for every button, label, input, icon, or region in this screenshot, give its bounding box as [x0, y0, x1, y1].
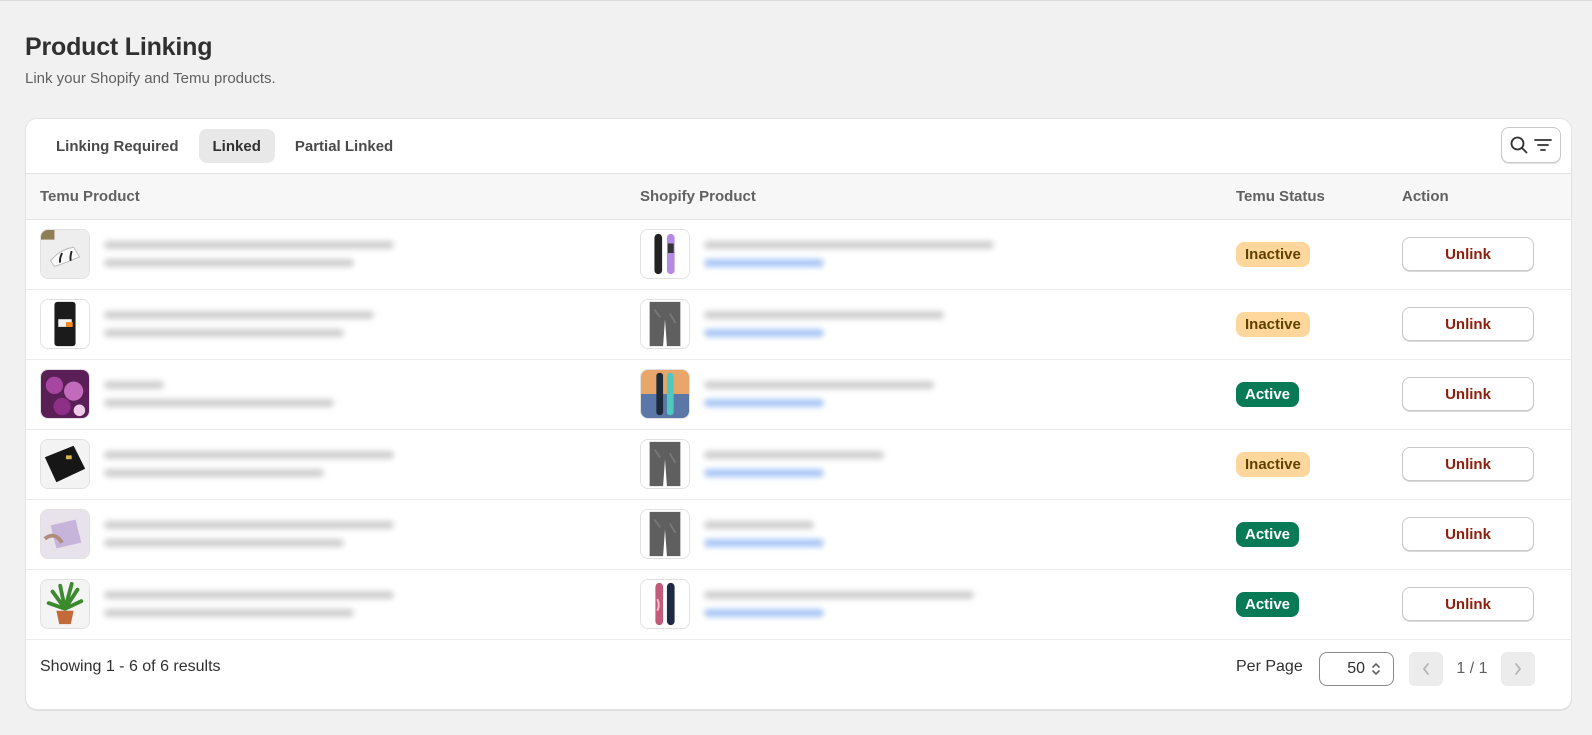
- table-row: Active Unlink: [26, 499, 1571, 569]
- search-icon: [1510, 136, 1528, 154]
- tab-linking-required[interactable]: Linking Required: [42, 129, 193, 163]
- temu-product-thumbnail: [40, 369, 90, 419]
- unlink-button[interactable]: Unlink: [1402, 307, 1534, 341]
- status-badge: Active: [1236, 591, 1300, 617]
- status-badge: Active: [1236, 521, 1300, 547]
- page-indicator: 1 / 1: [1456, 660, 1488, 677]
- per-page-value: 50: [1347, 660, 1365, 677]
- shopify-product-thumbnail: [640, 229, 690, 279]
- shopify-product-info-blurred[interactable]: [696, 305, 952, 343]
- linked-products-table: Temu Product Shopify Product Temu Status…: [26, 174, 1571, 640]
- status-badge: Active: [1236, 381, 1300, 407]
- shopify-product-info-blurred[interactable]: [696, 515, 832, 553]
- select-chevron-icon: [1372, 662, 1380, 676]
- unlink-button[interactable]: Unlink: [1402, 377, 1534, 411]
- filter-icon: [1534, 139, 1552, 151]
- shopify-product-info-blurred[interactable]: [696, 235, 1002, 273]
- status-badge: Inactive: [1236, 241, 1310, 267]
- next-page-button[interactable]: [1501, 652, 1535, 686]
- tabs-bar: Linking Required Linked Partial Linked: [26, 119, 1571, 174]
- shopify-product-thumbnail: [640, 369, 690, 419]
- shopify-product-thumbnail: [640, 299, 690, 349]
- tab-partial-linked[interactable]: Partial Linked: [281, 129, 407, 163]
- temu-product-thumbnail: [40, 299, 90, 349]
- status-badge: Inactive: [1236, 311, 1310, 337]
- shopify-product-thumbnail: [640, 509, 690, 559]
- per-page-label: Per Page: [1236, 658, 1303, 675]
- temu-product-info-blurred: [96, 515, 402, 553]
- pagination: 1 / 1: [1409, 652, 1535, 686]
- shopify-product-thumbnail: [640, 579, 690, 629]
- header-temu-product: Temu Product: [40, 187, 140, 205]
- search-filter-button[interactable]: [1501, 127, 1561, 163]
- product-linking-card: Linking Required Linked Partial Linked T…: [25, 118, 1572, 710]
- table-row: Inactive Unlink: [26, 289, 1571, 359]
- temu-product-info-blurred: [96, 585, 402, 623]
- per-page-select[interactable]: 50: [1319, 652, 1394, 686]
- shopify-product-info-blurred[interactable]: [696, 445, 892, 483]
- temu-product-thumbnail: [40, 509, 90, 559]
- unlink-button[interactable]: Unlink: [1402, 447, 1534, 481]
- unlink-button[interactable]: Unlink: [1402, 587, 1534, 621]
- tab-linked[interactable]: Linked: [198, 129, 275, 163]
- temu-product-thumbnail: [40, 439, 90, 489]
- page-header: Product Linking Link your Shopify and Te…: [25, 33, 276, 87]
- top-border: [0, 0, 1592, 1]
- header-action: Action: [1402, 187, 1449, 205]
- previous-page-button[interactable]: [1409, 652, 1443, 686]
- table-header-row: Temu Product Shopify Product Temu Status…: [26, 174, 1571, 219]
- page-title: Product Linking: [25, 33, 213, 61]
- shopify-product-info-blurred[interactable]: [696, 585, 982, 623]
- unlink-button[interactable]: Unlink: [1402, 237, 1534, 271]
- tab-list: Linking Required Linked Partial Linked: [42, 129, 407, 163]
- table-row: Inactive Unlink: [26, 429, 1571, 499]
- temu-product-thumbnail: [40, 229, 90, 279]
- header-shopify-product: Shopify Product: [640, 187, 756, 205]
- temu-product-thumbnail: [40, 579, 90, 629]
- status-badge: Inactive: [1236, 451, 1310, 477]
- header-temu-status: Temu Status: [1236, 187, 1325, 205]
- table-row: Inactive Unlink: [26, 219, 1571, 289]
- temu-product-info-blurred: [96, 445, 402, 483]
- unlink-button[interactable]: Unlink: [1402, 517, 1534, 551]
- shopify-product-info-blurred[interactable]: [696, 375, 942, 413]
- chevron-left-icon: [1422, 663, 1429, 675]
- table-row: Active Unlink: [26, 359, 1571, 429]
- results-count: Showing 1 - 6 of 6 results: [40, 658, 221, 675]
- table-row: Active Unlink: [26, 569, 1571, 639]
- temu-product-info-blurred: [96, 235, 402, 273]
- page-subtitle: Link your Shopify and Temu products.: [25, 70, 276, 87]
- temu-product-info-blurred: [96, 375, 342, 413]
- shopify-product-thumbnail: [640, 439, 690, 489]
- table-footer: Showing 1 - 6 of 6 results Per Page 50 1…: [26, 636, 1571, 700]
- chevron-right-icon: [1515, 663, 1522, 675]
- temu-product-info-blurred: [96, 305, 382, 343]
